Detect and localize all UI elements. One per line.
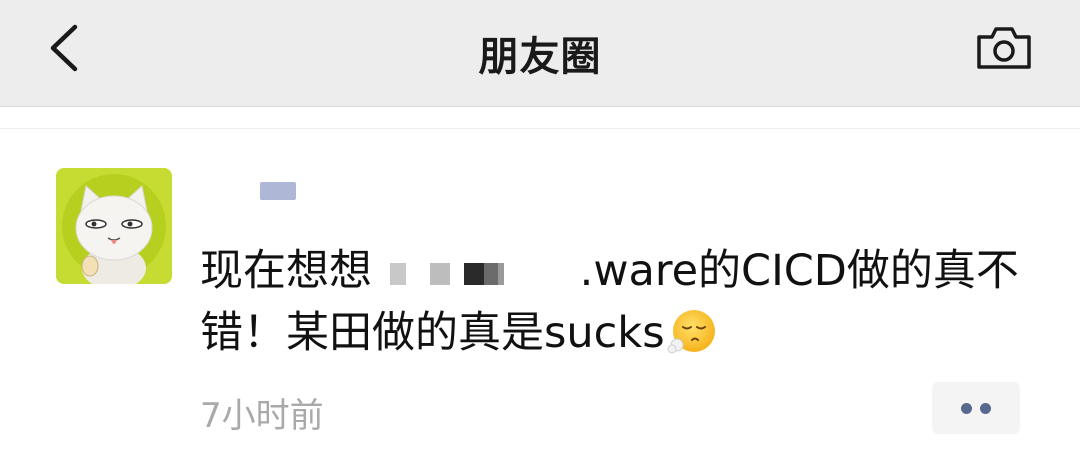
camera-button[interactable] — [972, 20, 1036, 76]
more-actions-button[interactable] — [932, 382, 1020, 434]
post-text-part1: 现在想想 — [200, 246, 372, 296]
cartoon-cat-avatar-icon — [56, 168, 172, 284]
more-dots-icon — [980, 402, 991, 414]
camera-icon — [977, 27, 1031, 69]
more-dots-icon — [961, 402, 972, 414]
username[interactable] — [204, 172, 344, 216]
post-content: 现在想想 .ware的CICD做的真不错！某田做的真是sucks — [200, 240, 1020, 364]
redacted-text — [386, 251, 580, 291]
sighing-face-emoji-icon — [667, 310, 715, 354]
navigation-bar: 朋友圈 — [0, 0, 1080, 107]
post-timestamp: 7小时前 — [200, 396, 324, 436]
page-title: 朋友圈 — [478, 34, 602, 80]
avatar[interactable] — [56, 168, 172, 284]
divider — [0, 128, 1080, 129]
redacted-name — [260, 182, 296, 200]
